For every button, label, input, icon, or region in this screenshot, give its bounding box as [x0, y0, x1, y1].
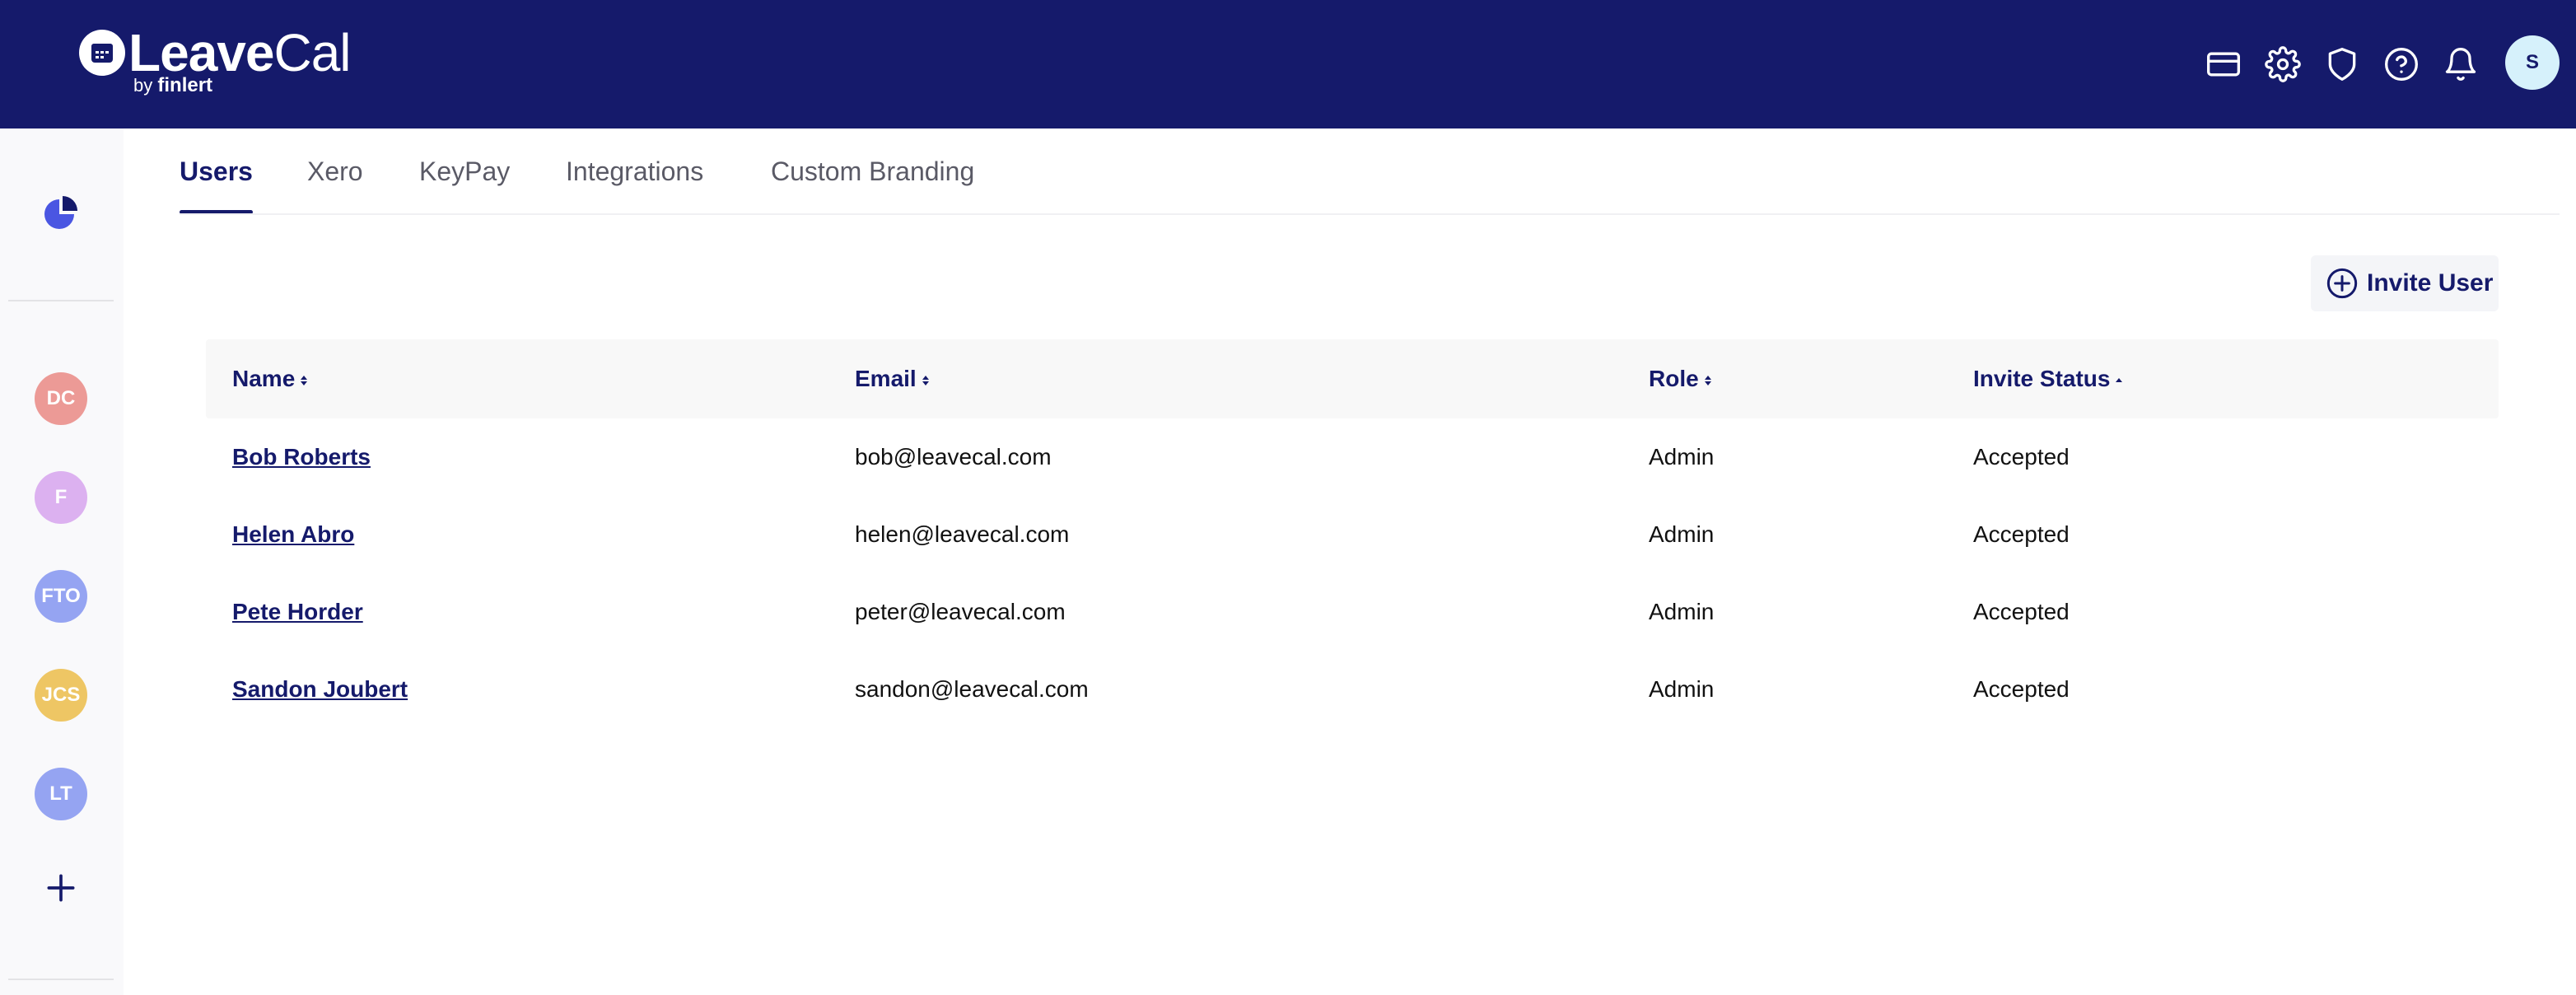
tab-users[interactable]: Users: [180, 128, 253, 214]
sidebar-avatar-label: F: [54, 486, 68, 508]
column-header-name[interactable]: Name: [232, 339, 308, 418]
logo-by-text: by: [133, 75, 153, 96]
table-row: Pete Horder peter@leavecal.com Admin Acc…: [206, 573, 2499, 651]
column-header-label: Email: [855, 366, 917, 391]
bell-icon[interactable]: [2441, 44, 2480, 84]
sidebar-avatar-label: DC: [46, 387, 76, 409]
user-email: helen@leavecal.com: [855, 521, 1070, 547]
shield-icon[interactable]: [2322, 44, 2362, 84]
tab-custom-branding[interactable]: Custom Branding: [771, 128, 974, 214]
user-invite-status: Accepted: [1973, 521, 2070, 547]
sidebar-divider: [8, 979, 114, 980]
user-role: Admin: [1649, 521, 1715, 547]
calendar-logo-icon: [79, 30, 125, 76]
pie-chart-icon[interactable]: [40, 193, 82, 236]
user-name-link[interactable]: Pete Horder: [232, 573, 363, 651]
table-row: Sandon Joubert sandon@leavecal.com Admin…: [206, 651, 2499, 728]
user-email: peter@leavecal.com: [855, 599, 1066, 624]
user-name-link[interactable]: Sandon Joubert: [232, 651, 408, 728]
plus-circle-icon: [2326, 268, 2358, 299]
help-icon[interactable]: [2382, 44, 2421, 84]
plus-icon[interactable]: [43, 870, 79, 906]
tabs-divider: [180, 213, 2560, 215]
tab-keypay[interactable]: KeyPay: [419, 128, 510, 214]
logo-brand-text: finlert: [157, 74, 213, 96]
sidebar-avatar-f[interactable]: F: [35, 471, 87, 524]
column-header-label: Role: [1649, 366, 1699, 391]
sort-icon: [1704, 375, 1711, 385]
sidebar-avatar-lt[interactable]: LT: [35, 768, 87, 820]
column-header-invite-status[interactable]: Invite Status: [1973, 339, 2123, 418]
logo-byline: by finlert: [133, 74, 212, 97]
table-header: Name Email Role Invite Status: [206, 339, 2499, 418]
user-email: sandon@leavecal.com: [855, 676, 1089, 702]
sidebar-avatar-dc[interactable]: DC: [35, 372, 87, 425]
sidebar-divider: [8, 300, 114, 301]
invite-user-button[interactable]: Invite User: [2311, 255, 2499, 311]
invite-user-label: Invite User: [2367, 269, 2494, 297]
user-name-link[interactable]: Bob Roberts: [232, 418, 371, 496]
user-role: Admin: [1649, 676, 1715, 702]
table-row: Bob Roberts bob@leavecal.com Admin Accep…: [206, 418, 2499, 496]
top-bar: LeaveCal by finlert S: [0, 0, 2576, 128]
sidebar-avatar-fto[interactable]: FTO: [35, 570, 87, 623]
billing-card-icon[interactable]: [2204, 44, 2243, 84]
sidebar: DC F FTO JCS LT: [0, 128, 124, 995]
sidebar-avatar-label: JCS: [41, 684, 81, 706]
table-row: Helen Abro helen@leavecal.com Admin Acce…: [206, 496, 2499, 573]
sidebar-avatar-label: LT: [49, 782, 72, 805]
tab-xero[interactable]: Xero: [307, 128, 363, 214]
user-email: bob@leavecal.com: [855, 444, 1052, 469]
logo-wordmark-light: Cal: [273, 23, 351, 82]
user-role: Admin: [1649, 444, 1715, 469]
sort-icon: [922, 375, 929, 385]
gear-icon[interactable]: [2263, 44, 2303, 84]
sidebar-avatar-label: FTO: [41, 585, 81, 607]
users-table: Name Email Role Invite Status Bob Robert…: [206, 339, 2499, 728]
sort-icon: [301, 375, 308, 385]
column-header-label: Name: [232, 366, 296, 391]
sort-ascending-icon: [2116, 377, 2123, 382]
column-header-label: Invite Status: [1973, 366, 2111, 391]
sidebar-avatar-jcs[interactable]: JCS: [35, 669, 87, 722]
user-invite-status: Accepted: [1973, 599, 2070, 624]
column-header-email[interactable]: Email: [855, 339, 930, 418]
user-invite-status: Accepted: [1973, 444, 2070, 469]
user-invite-status: Accepted: [1973, 676, 2070, 702]
user-role: Admin: [1649, 599, 1715, 624]
user-avatar[interactable]: S: [2505, 35, 2560, 90]
column-header-role[interactable]: Role: [1649, 339, 1712, 418]
tab-integrations[interactable]: Integrations: [566, 128, 703, 214]
user-name-link[interactable]: Helen Abro: [232, 496, 354, 573]
